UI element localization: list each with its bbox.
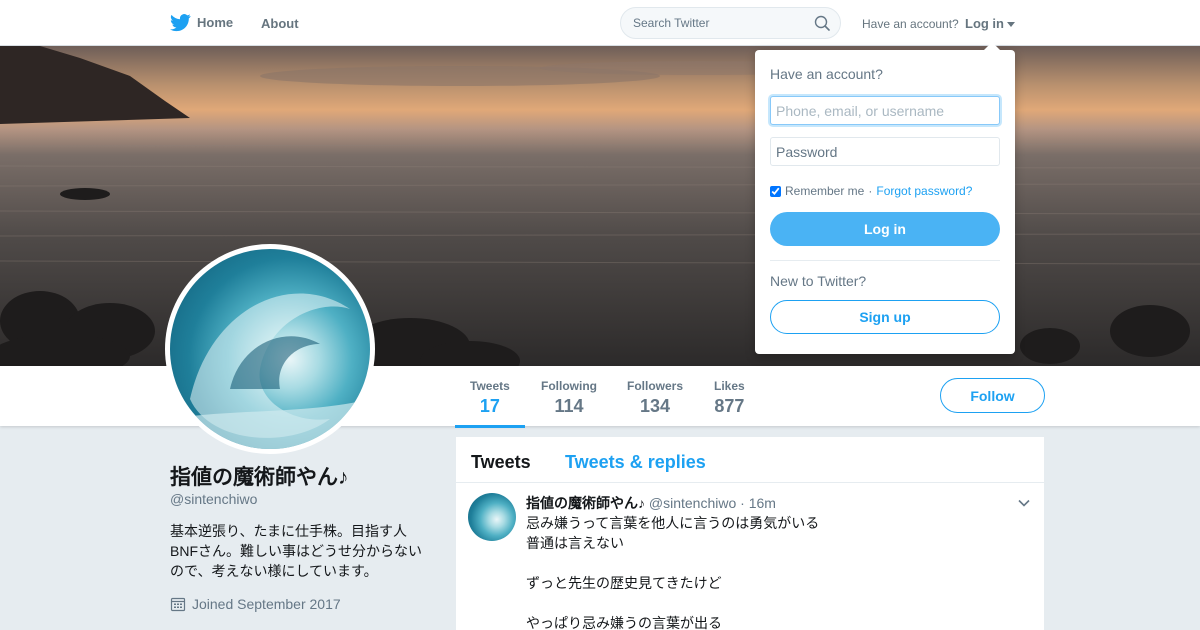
profile-joined-text: Joined September 2017 bbox=[192, 596, 341, 612]
login-dropdown: Have an account? Remember me · Forgot pa… bbox=[755, 42, 1015, 354]
login-button[interactable]: Log in bbox=[770, 212, 1000, 246]
tweet-author-name[interactable]: 指値の魔術師やん♪ bbox=[526, 495, 645, 511]
nav-about-link[interactable]: About bbox=[261, 16, 299, 31]
tweet-dot: · bbox=[740, 495, 745, 511]
stat-tweets-label: Tweets bbox=[470, 379, 510, 393]
stat-likes-value: 877 bbox=[714, 396, 745, 416]
login-dropdown-title: Have an account? bbox=[770, 66, 883, 82]
forgot-password-link[interactable]: Forgot password? bbox=[876, 184, 972, 198]
stat-following[interactable]: Following 114 bbox=[541, 379, 597, 417]
tab-tweets-and-replies[interactable]: Tweets & replies bbox=[565, 452, 706, 473]
timeline-tabs: Tweets Tweets & replies bbox=[456, 437, 1044, 483]
follow-button[interactable]: Follow bbox=[940, 378, 1045, 413]
avatar-image bbox=[170, 249, 370, 449]
signup-button[interactable]: Sign up bbox=[770, 300, 1000, 334]
profile-bio-line: ので、考えない様にしています。 bbox=[170, 563, 378, 579]
stat-likes-label: Likes bbox=[714, 379, 745, 393]
tweet[interactable]: 指値の魔術師やん♪ @sintenchiwo · 16m 忌み嫌うって言葉を他人… bbox=[456, 483, 1044, 630]
profile-avatar[interactable] bbox=[165, 244, 375, 454]
profile-name[interactable]: 指値の魔術師やん♪ bbox=[170, 461, 349, 491]
nav-home-label: Home bbox=[197, 15, 234, 30]
tweet-author-handle[interactable]: @sintenchiwo bbox=[649, 495, 736, 511]
profile-joined: Joined September 2017 bbox=[170, 596, 341, 612]
stat-following-label: Following bbox=[541, 379, 597, 393]
caret-down-icon bbox=[1007, 22, 1015, 27]
nav-home-link[interactable]: Home bbox=[170, 12, 233, 33]
stat-tweets[interactable]: Tweets 17 bbox=[455, 379, 525, 428]
remember-label[interactable]: Remember me bbox=[785, 184, 864, 198]
profile-bio-line: BNFさん。難しい事はどうせ分からない bbox=[170, 543, 422, 559]
stat-followers[interactable]: Followers 134 bbox=[627, 379, 683, 417]
login-dropdown-toggle[interactable]: Log in bbox=[965, 16, 1015, 31]
twitter-bird-icon bbox=[170, 14, 191, 32]
stat-followers-label: Followers bbox=[627, 379, 684, 393]
top-navigation: Home About Have an account? Log in bbox=[0, 0, 1200, 46]
profile-handle[interactable]: @sintenchiwo bbox=[170, 491, 257, 507]
profile-bio-line: 基本逆張り、たまに仕手株。目指す人 bbox=[170, 523, 408, 539]
password-field[interactable] bbox=[770, 137, 1000, 166]
remember-separator: · bbox=[868, 184, 873, 198]
calendar-icon bbox=[170, 597, 186, 612]
search-input[interactable] bbox=[621, 8, 801, 38]
have-account-text: Have an account? bbox=[862, 17, 959, 31]
tweet-header: 指値の魔術師やん♪ @sintenchiwo · 16m bbox=[526, 493, 776, 513]
stat-tweets-value: 17 bbox=[479, 396, 500, 416]
chevron-down-icon[interactable] bbox=[1017, 496, 1031, 510]
tab-tweets[interactable]: Tweets bbox=[471, 452, 531, 473]
stat-following-value: 114 bbox=[554, 396, 584, 416]
tweet-time[interactable]: 16m bbox=[749, 495, 776, 511]
remember-checkbox[interactable] bbox=[770, 185, 781, 197]
tweet-text: 忌み嫌うって言葉を他人に言うのは勇気がいる 普通は言えない ずっと先生の歴史見て… bbox=[526, 515, 820, 630]
new-to-twitter-text: New to Twitter? bbox=[770, 273, 867, 289]
profile-bio: 基本逆張り、たまに仕手株。目指す人 BNFさん。難しい事はどうせ分からない ので… bbox=[170, 521, 440, 581]
search-icon[interactable] bbox=[814, 15, 830, 31]
stat-followers-value: 134 bbox=[639, 396, 671, 416]
stat-likes[interactable]: Likes 877 bbox=[714, 379, 745, 417]
login-toggle-label: Log in bbox=[965, 16, 1004, 31]
username-field[interactable] bbox=[770, 96, 1000, 125]
search-box bbox=[620, 7, 841, 39]
tweet-avatar[interactable] bbox=[468, 493, 516, 541]
dropdown-divider bbox=[770, 260, 1000, 261]
remember-row: Remember me · Forgot password? bbox=[770, 184, 972, 198]
timeline: Tweets Tweets & replies 指値の魔術師やん♪ @sinte… bbox=[456, 437, 1044, 630]
